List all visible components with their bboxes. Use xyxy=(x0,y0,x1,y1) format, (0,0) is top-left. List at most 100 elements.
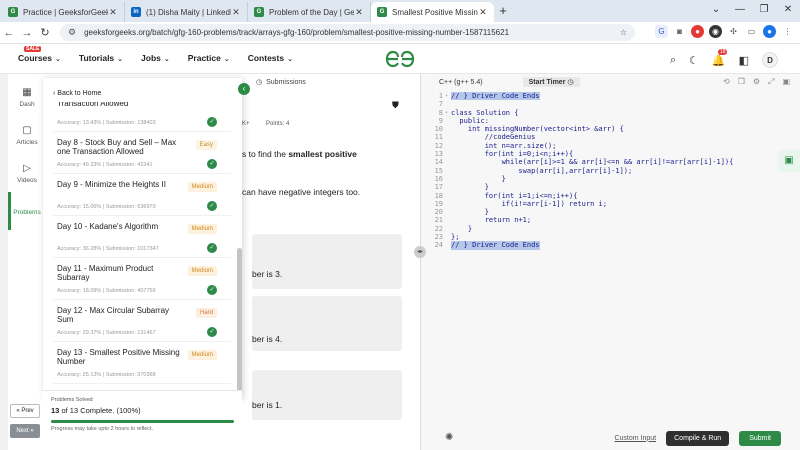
extension-badge-icon[interactable]: ◉ xyxy=(709,25,722,38)
pane-resize-handle[interactable]: ◂▸ xyxy=(414,246,426,258)
compile-run-button[interactable]: Compile & Run xyxy=(666,430,730,446)
example-box-2: ber is 4. xyxy=(252,296,402,351)
settings-icon[interactable]: ⚙ xyxy=(753,77,760,87)
sidebar-item-articles[interactable]: ▢ Articles xyxy=(8,116,46,154)
code-line: 16 } xyxy=(421,175,800,183)
browser-tab[interactable]: G Problem of the Day | GeeksforG✕ xyxy=(248,2,371,22)
sidepanel-icon[interactable]: ▭ xyxy=(745,25,758,38)
chevron-down-icon: ⌄ xyxy=(223,56,230,63)
example-box-3: ber is 1. xyxy=(252,370,402,420)
notification-bell-icon[interactable]: 🔔 18 xyxy=(712,48,728,67)
close-icon[interactable]: ✕ xyxy=(776,0,800,22)
browser-tab[interactable]: in (1) Disha Maity | LinkedIn ✕ xyxy=(125,2,248,22)
menu-item-label: Contests xyxy=(247,53,285,63)
menu-item[interactable]: Courses ⌄ xyxy=(18,53,61,63)
code-line: 19 if(i!=arr[i-1]) return i; xyxy=(421,200,800,208)
layout-icon[interactable]: ▣ xyxy=(782,77,790,87)
code-line: 21 return n+1; xyxy=(421,216,800,224)
browser-tab[interactable]: G Smallest Positive Missing Numb✕ xyxy=(371,2,494,22)
tab-favicon-icon: G xyxy=(377,7,387,17)
fullscreen-icon[interactable]: ⤢ xyxy=(768,77,774,87)
list-item[interactable]: Day 10 - Kadane's Algorithm Accuracy: 36.… xyxy=(53,216,231,258)
code-line: 9 public: xyxy=(421,117,800,125)
browser-tabbar: GPractice | GeeksforGeeks | A co✕in(1) D… xyxy=(0,0,800,22)
submit-button[interactable]: Submit xyxy=(739,430,781,446)
problem-meta: Accuracy: 25.13% | Submission: 370368 xyxy=(57,372,156,378)
fold-icon xyxy=(445,100,451,108)
url-input[interactable]: ⚙ geeksforgeeks.org/batch/gfg-160-proble… xyxy=(60,24,635,41)
sidebar-item-videos[interactable]: ▷ Videos xyxy=(8,154,46,192)
list-item[interactable]: Day 12 - Max Circular Subarray Sum Accura… xyxy=(53,300,231,342)
code-text: class Solution { xyxy=(451,108,519,117)
problem-list[interactable]: Transaction Allowed Accuracy: 13.43% | Su… xyxy=(53,102,231,392)
problem-title: Day 8 - Stock Buy and Sell – Max one Tra… xyxy=(57,138,177,156)
translate-icon[interactable]: G xyxy=(655,25,668,38)
avatar[interactable]: D xyxy=(762,52,778,68)
menu-item[interactable]: Practice ⌄ xyxy=(188,53,230,63)
language-select[interactable]: C++ (g++ 5.4) xyxy=(439,79,483,86)
chat-icon[interactable]: ▣ xyxy=(778,150,800,172)
sidebar-icon: ▦ xyxy=(22,86,32,98)
code-area[interactable]: 1 ▾// } Driver Code Ends 7 8 ▾ class Solution… xyxy=(421,92,800,250)
dark-mode-icon[interactable]: ☾ xyxy=(689,54,699,67)
prev-button[interactable]: « Prev xyxy=(10,404,40,418)
list-item[interactable]: Day 13 - Smallest Positive Missing Numbe… xyxy=(53,342,231,384)
maximize-icon[interactable]: ❐ xyxy=(752,0,776,22)
list-item[interactable]: Day 8 - Stock Buy and Sell – Max one Tra… xyxy=(53,132,231,174)
bookmark-icon[interactable]: ⛊ xyxy=(392,100,399,111)
sale-badge: SALE xyxy=(24,46,42,52)
search-icon[interactable]: ⌕ xyxy=(670,54,676,67)
code-line: 15 swap(arr[i],arr[arr[i]-1]); xyxy=(421,167,800,175)
close-tab-icon[interactable]: ✕ xyxy=(108,7,118,18)
problem-title: Day 10 - Kadane's Algorithm xyxy=(57,222,159,231)
close-tab-icon[interactable]: ✕ xyxy=(231,7,241,18)
code-line: 10 int missingNumber(vector<int> &arr) { xyxy=(421,125,800,133)
ai-chat-icon[interactable]: ◧ xyxy=(739,54,749,67)
reset-code-icon[interactable]: ⟲ xyxy=(723,77,730,87)
chevron-down-icon[interactable]: ⌄ xyxy=(704,0,728,22)
code-text: return n+1; xyxy=(451,216,532,225)
code-editor-pane: C++ (g++ 5.4) Start Timer ◷ ⟲ ❐ ⚙ ⤢ ▣ 1 ▾… xyxy=(420,74,800,450)
camera-icon[interactable]: ◙ xyxy=(673,25,686,38)
tab-submissions[interactable]: Submissions xyxy=(266,79,306,86)
back-arrow-icon[interactable]: ← xyxy=(0,27,18,39)
chevron-down-icon: ⌄ xyxy=(163,56,170,63)
next-button[interactable]: Next » xyxy=(10,424,40,438)
code-text: public: xyxy=(451,116,489,125)
browser-tab[interactable]: G Practice | GeeksforGeeks | A co✕ xyxy=(2,2,125,22)
profile-avatar-icon[interactable]: ● xyxy=(763,25,776,38)
menu-item[interactable]: Contests ⌄ xyxy=(248,53,293,63)
sidebar-item-problems[interactable]: Problems xyxy=(8,192,46,230)
close-tab-icon[interactable]: ✕ xyxy=(354,7,364,18)
difficulty-badge: Hard xyxy=(195,308,217,318)
record-extension-icon[interactable]: ● xyxy=(691,25,704,38)
browser-menu-icon[interactable]: ⋮ xyxy=(781,25,794,38)
copy-icon[interactable]: ❐ xyxy=(738,77,745,87)
puzzle-extensions-icon[interactable]: ✣ xyxy=(727,25,740,38)
site-info-icon[interactable]: ⚙ xyxy=(68,27,76,38)
list-item[interactable]: Day 9 - Minimize the Heights II Accuracy:… xyxy=(53,174,231,216)
panel-scrollbar[interactable] xyxy=(237,248,242,398)
custom-input-link[interactable]: Custom Input xyxy=(614,435,656,442)
minimize-icon[interactable]: — xyxy=(728,0,752,22)
forward-arrow-icon[interactable]: → xyxy=(18,27,36,39)
check-icon: ✓ xyxy=(207,285,217,295)
collapse-panel-button[interactable]: ‹ xyxy=(238,83,250,95)
new-tab-button[interactable]: + xyxy=(494,2,512,22)
sidebar-item-dash[interactable]: ▦ Dash xyxy=(8,78,46,116)
check-icon: ✓ xyxy=(207,117,217,127)
back-to-home-link[interactable]: ‹ Back to Home xyxy=(53,90,101,97)
list-item[interactable]: Transaction Allowed Accuracy: 13.43% | Su… xyxy=(53,102,231,132)
bookmark-star-icon[interactable]: ☆ xyxy=(620,28,627,37)
code-text: } xyxy=(451,208,489,217)
reload-icon[interactable]: ↻ xyxy=(36,26,54,39)
menu-item[interactable]: Tutorials ⌄ xyxy=(79,53,123,63)
gfg-logo[interactable] xyxy=(384,50,416,68)
close-tab-icon[interactable]: ✕ xyxy=(478,7,488,18)
menu-item[interactable]: Jobs ⌄ xyxy=(141,53,170,63)
start-timer-button[interactable]: Start Timer ◷ xyxy=(522,77,580,87)
back-to-home-label: Back to Home xyxy=(57,90,102,97)
code-line: 1 ▾// } Driver Code Ends xyxy=(421,92,800,101)
list-item[interactable]: Day 11 - Maximum Product Subarray Accurac… xyxy=(53,258,231,300)
difficulty-badge: Medium xyxy=(187,266,217,276)
